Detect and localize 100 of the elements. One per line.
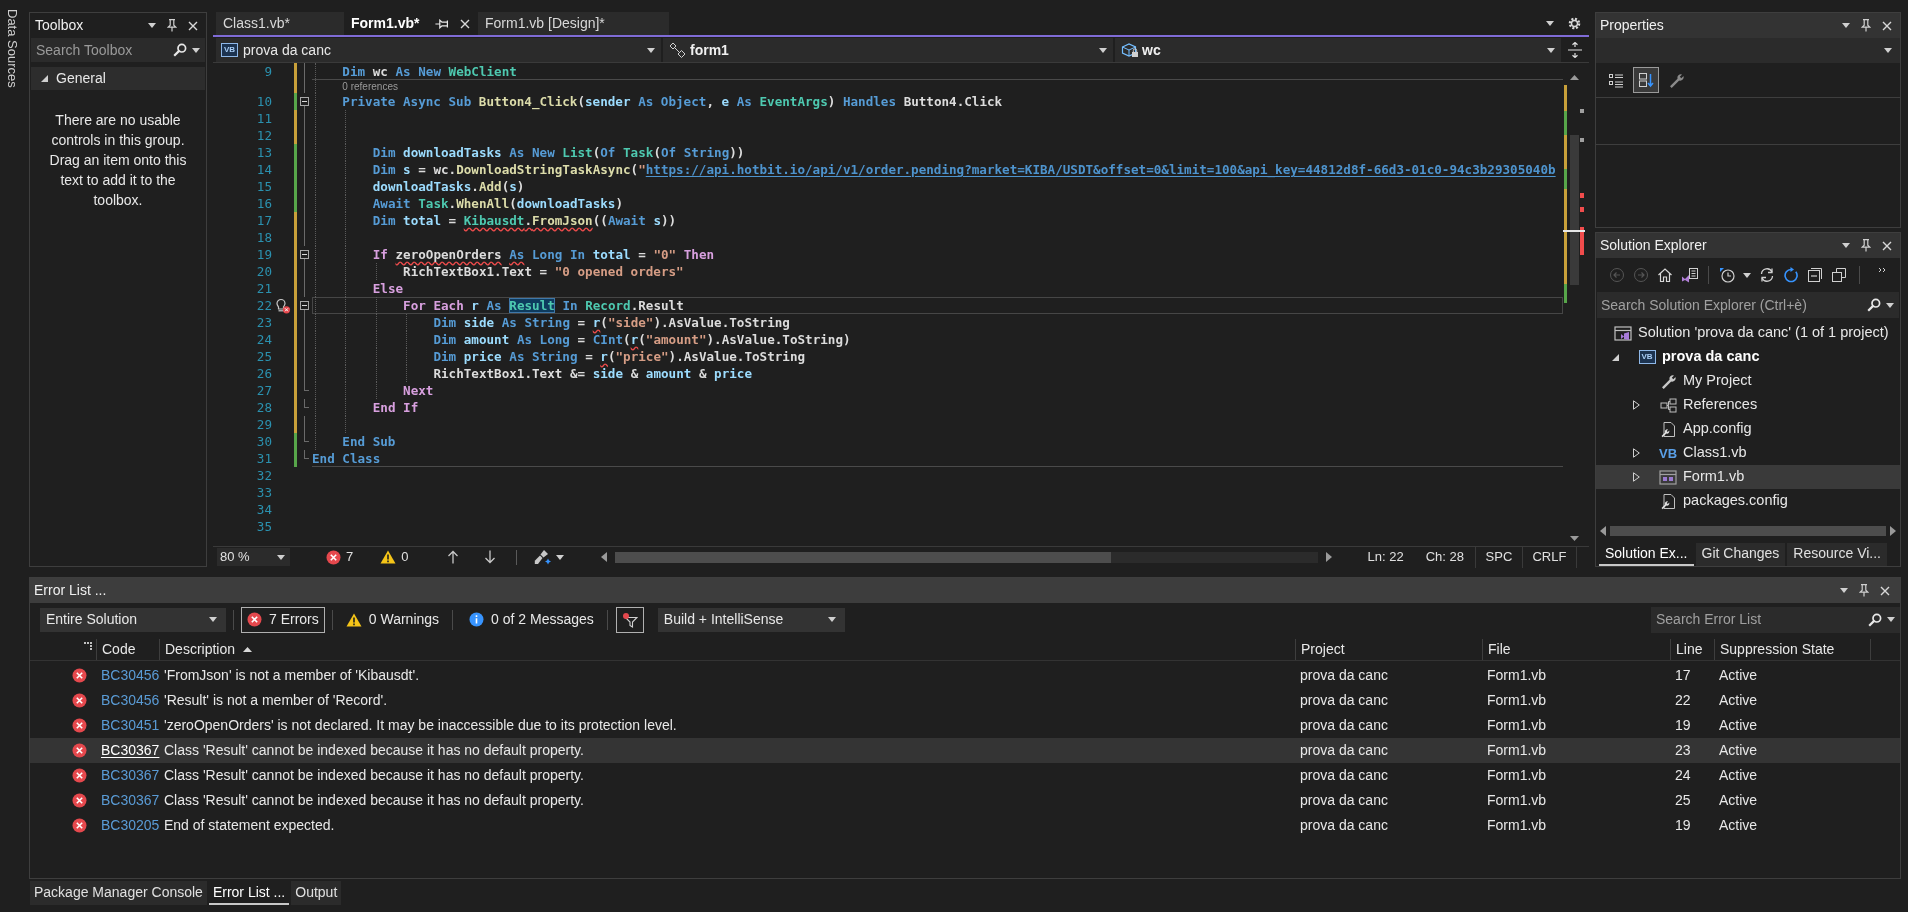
pin-icon[interactable] — [1861, 19, 1871, 32]
caret-icon[interactable] — [192, 47, 200, 53]
close-icon[interactable] — [1880, 585, 1890, 596]
warning-count-button[interactable]: 0 — [380, 547, 409, 567]
panel-tab[interactable]: Git Changes — [1695, 543, 1786, 566]
scroll-down-icon[interactable] — [1569, 536, 1579, 541]
document-tab[interactable]: Form1.vb [Design]* — [478, 12, 669, 35]
error-code-link[interactable]: BC30456 — [101, 692, 160, 708]
error-row[interactable]: BC30456 'FromJson' is not a member of 'Kibausdt'. prova da canc Form1.vb 17 Active — [30, 663, 1900, 688]
error-code-link[interactable]: BC30451 — [101, 717, 160, 733]
collapsed-arrow-icon[interactable] — [1633, 448, 1640, 458]
gear-icon[interactable] — [1568, 17, 1581, 30]
caret-icon[interactable] — [1887, 617, 1895, 622]
tree-item[interactable]: My Project — [1596, 369, 1900, 393]
member-dropdown[interactable]: wc — [1115, 38, 1561, 62]
error-row[interactable]: BC30367 Class 'Result' cannot be indexed because it has no default property. prova da canc Form1.vb 24 Active — [30, 763, 1900, 788]
collapsed-arrow-icon[interactable] — [1633, 400, 1640, 410]
error-code-link[interactable]: BC30367 — [101, 767, 160, 783]
caret-icon[interactable] — [1886, 302, 1894, 308]
window-position-caret-icon[interactable] — [148, 23, 156, 28]
window-position-caret-icon[interactable] — [1840, 588, 1848, 593]
collapse-icon[interactable] — [300, 301, 309, 310]
search-icon[interactable] — [1868, 612, 1882, 627]
project-dropdown[interactable]: VB prova da canc — [216, 38, 661, 62]
double-chevron-icon[interactable] — [1878, 267, 1886, 273]
pin-icon[interactable] — [1861, 239, 1871, 252]
collapse-icon[interactable] — [300, 250, 309, 259]
filter-toggle[interactable]: 7 Errors — [241, 606, 325, 633]
close-icon[interactable] — [1882, 240, 1892, 251]
error-row[interactable]: BC30205 End of statement expected. prova da canc Form1.vb 19 Active — [30, 813, 1900, 838]
brush-icon[interactable] — [534, 549, 552, 565]
object-selector-field[interactable] — [1596, 38, 1900, 63]
scroll-left-icon[interactable] — [601, 552, 608, 562]
scroll-right-icon[interactable] — [1890, 526, 1896, 536]
wrench-icon[interactable] — [1667, 71, 1685, 89]
scroll-left-icon[interactable] — [1600, 526, 1606, 536]
error-code-link[interactable]: BC30367 — [101, 792, 160, 808]
expanded-arrow-icon[interactable] — [1612, 353, 1619, 361]
column-header[interactable]: Code — [102, 639, 136, 660]
logo-page-icon[interactable] — [1681, 267, 1698, 283]
scrollbar-thumb[interactable] — [615, 551, 1112, 563]
error-code-link[interactable]: BC30367 — [101, 742, 160, 758]
line-ending-button[interactable]: CRLF — [1522, 546, 1577, 568]
clock-icon[interactable] — [1719, 267, 1735, 283]
filter-toggle[interactable]: 0 Warnings — [339, 606, 446, 633]
tree-item[interactable]: Solution 'prova da canc' (1 of 1 project) — [1596, 321, 1900, 345]
caret-icon[interactable] — [1743, 272, 1751, 278]
error-row[interactable]: BC30456 'Result' is not a member of 'Record'. prova da canc Form1.vb 22 Active — [30, 688, 1900, 713]
tree-item[interactable]: packages.config — [1596, 489, 1900, 513]
refresh-icon[interactable] — [1783, 267, 1799, 283]
dots-corner-icon[interactable] — [84, 642, 92, 650]
filter-toggle[interactable]: 0 of 2 Messages — [463, 606, 600, 633]
close-icon[interactable] — [460, 18, 470, 29]
close-icon[interactable] — [1882, 20, 1892, 31]
sync-icon[interactable] — [1759, 267, 1775, 283]
pin-icon[interactable] — [435, 18, 448, 29]
lightbulb-error-icon[interactable] — [275, 297, 291, 314]
type-dropdown[interactable]: form1 — [663, 38, 1113, 62]
panel-tab[interactable]: Resource Vi... — [1787, 543, 1887, 566]
column-header[interactable]: Line — [1676, 639, 1703, 660]
document-tab[interactable]: Class1.vb* — [216, 12, 344, 35]
error-row[interactable]: BC30367 Class 'Result' cannot be indexed because it has no default property. prova da canc Form1.vb 23 Active — [30, 738, 1900, 763]
zoom-dropdown[interactable]: 80 % — [217, 548, 290, 566]
up-arrow-icon[interactable] — [447, 550, 460, 564]
source-dropdown[interactable]: Build + IntelliSense — [657, 607, 845, 632]
scrollbar-thumb[interactable] — [1610, 526, 1886, 536]
minus-box-stack-icon[interactable] — [1807, 267, 1823, 283]
column-header[interactable]: Project — [1301, 639, 1345, 660]
tab-list-caret-icon[interactable] — [1546, 21, 1554, 26]
window-position-caret-icon[interactable] — [1842, 243, 1850, 248]
view-toggle-button[interactable] — [1633, 67, 1659, 93]
scroll-right-icon[interactable] — [1326, 552, 1333, 562]
column-header[interactable]: File — [1488, 639, 1511, 660]
search-icon[interactable] — [1867, 298, 1881, 312]
error-row[interactable]: BC30367 Class 'Result' cannot be indexed because it has no default property. prova da canc Form1.vb 25 Active — [30, 788, 1900, 813]
search-field[interactable]: Search Solution Explorer (Ctrl+è) — [1597, 292, 1899, 318]
reference-count[interactable]: 0 references — [342, 80, 398, 93]
pin-icon[interactable] — [1859, 584, 1869, 597]
column-header[interactable]: Description — [165, 639, 236, 660]
error-count-button[interactable]: 7 — [326, 547, 354, 567]
column-header[interactable]: Suppression State — [1720, 639, 1835, 660]
scroll-up-icon[interactable] — [1569, 75, 1579, 80]
collapse-icon[interactable] — [300, 97, 309, 106]
filter-button[interactable] — [615, 606, 644, 633]
tool-window-tab[interactable]: Output — [291, 881, 342, 905]
data-sources-tab[interactable]: Data Sources — [2, 9, 22, 88]
stacked-pages-icon[interactable] — [1831, 267, 1847, 283]
collapsed-arrow-icon[interactable] — [1633, 472, 1640, 482]
search-field[interactable]: Search Toolbox — [31, 38, 205, 62]
home-icon[interactable] — [1657, 267, 1673, 283]
close-icon[interactable] — [188, 20, 198, 31]
caret-icon[interactable] — [556, 554, 565, 560]
tree-item[interactable]: VB Class1.vb — [1596, 441, 1900, 465]
tree-item[interactable]: App.config — [1596, 417, 1900, 441]
whitespace-mode-button[interactable]: SPC — [1474, 546, 1523, 568]
tool-window-tab[interactable]: Package Manager Console — [30, 881, 207, 905]
error-row[interactable]: BC30451 'zeroOpenOrders' is not declared. It may be inaccessible due to its protection level. prova da canc Form1.vb 19 Active — [30, 713, 1900, 738]
window-position-caret-icon[interactable] — [1842, 23, 1850, 28]
error-code-link[interactable]: BC30205 — [101, 817, 160, 833]
pin-icon[interactable] — [167, 19, 177, 32]
